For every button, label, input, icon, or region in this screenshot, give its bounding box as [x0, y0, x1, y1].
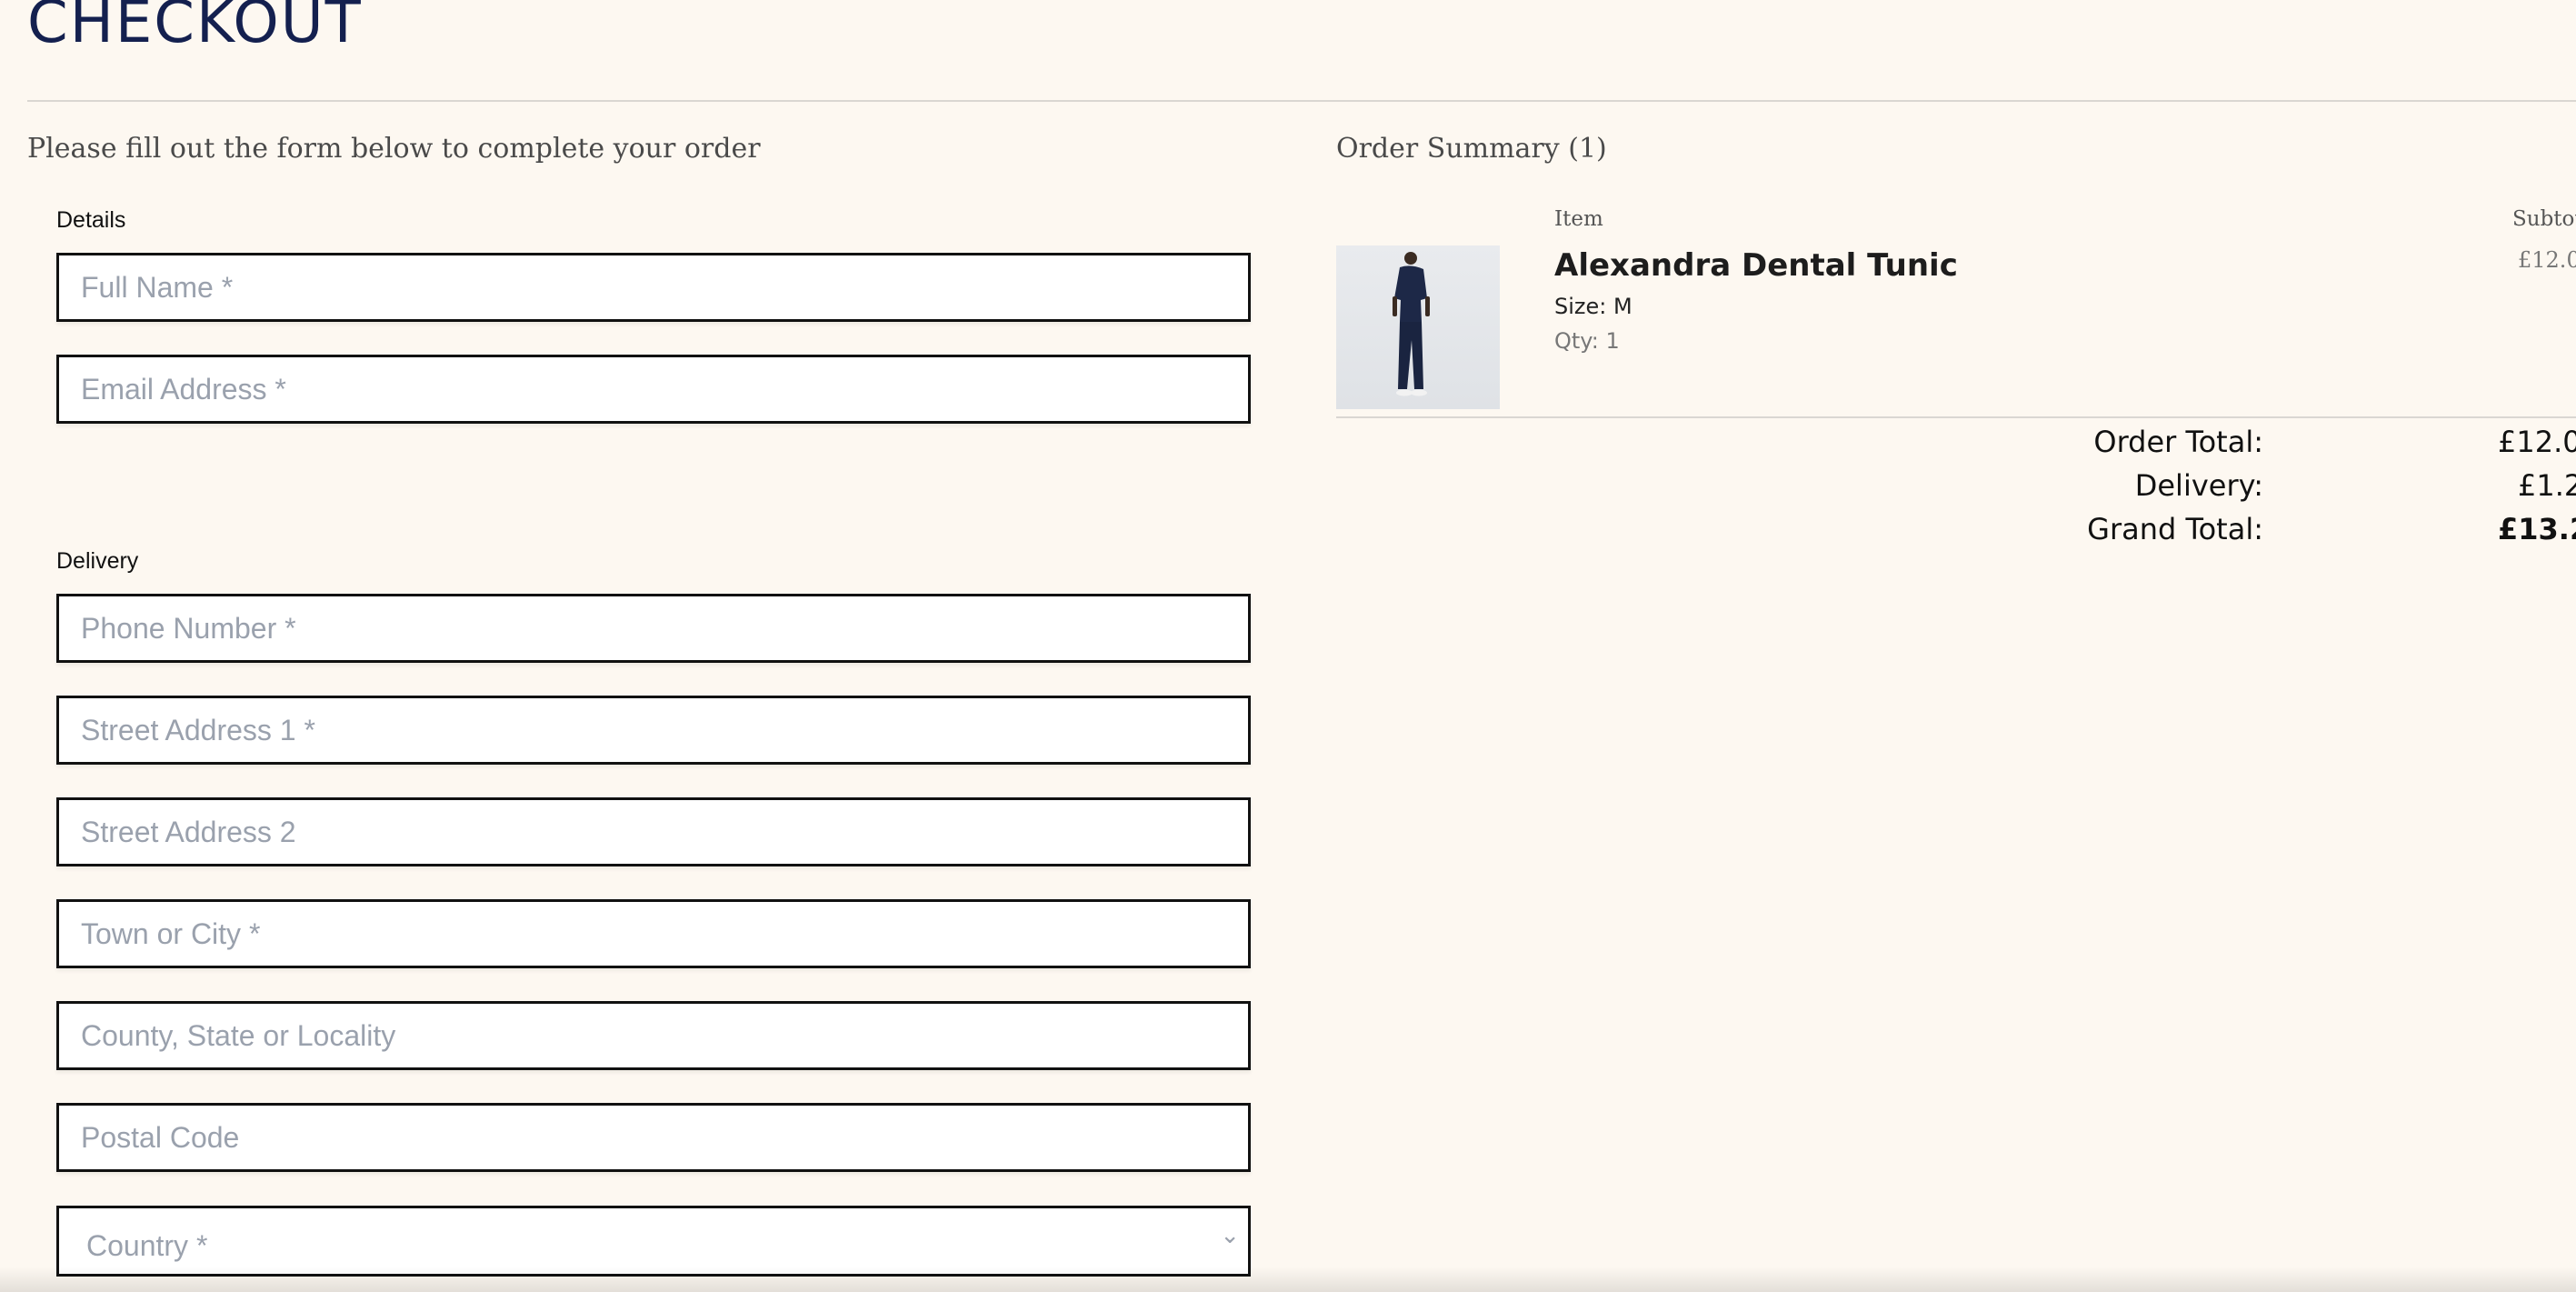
summary-divider: [1336, 416, 2576, 418]
delivery-value: £1.20: [2518, 468, 2576, 503]
product-size: Size: M: [1554, 294, 1632, 319]
window-bottom-edge: [0, 1267, 2576, 1292]
product-name[interactable]: Alexandra Dental Tunic: [1554, 247, 1958, 284]
product-subtotal: £12.0: [2518, 247, 2576, 273]
order-total-value: £12.00: [2498, 425, 2576, 459]
form-intro: Please fill out the form below to comple…: [27, 133, 761, 165]
order-total-label: Order Total:: [2093, 425, 2263, 459]
grand-total-label: Grand Total:: [2087, 512, 2263, 546]
street-address-1-input[interactable]: [56, 696, 1251, 765]
subtotal-column-header: Subtota: [2512, 207, 2576, 231]
email-input[interactable]: [56, 355, 1251, 424]
product-image[interactable]: [1336, 245, 1500, 409]
page-title: CHECKOUT: [27, 0, 363, 56]
street-address-2-input[interactable]: [56, 797, 1251, 866]
product-quantity: Qty: 1: [1554, 328, 1620, 354]
delivery-section-label: Delivery: [56, 548, 139, 574]
county-input[interactable]: [56, 1001, 1251, 1070]
phone-input[interactable]: [56, 594, 1251, 663]
order-summary-title: Order Summary (1): [1336, 133, 1607, 165]
delivery-label: Delivery:: [2134, 468, 2263, 503]
details-section-label: Details: [56, 207, 126, 233]
header-divider: [27, 100, 2576, 102]
postal-code-input[interactable]: [56, 1103, 1251, 1172]
full-name-input[interactable]: [56, 253, 1251, 322]
item-column-header: Item: [1554, 207, 1603, 231]
grand-total-value: £13.20: [2498, 512, 2576, 546]
town-city-input[interactable]: [56, 899, 1251, 968]
product-photo-figure: [1393, 252, 1430, 396]
